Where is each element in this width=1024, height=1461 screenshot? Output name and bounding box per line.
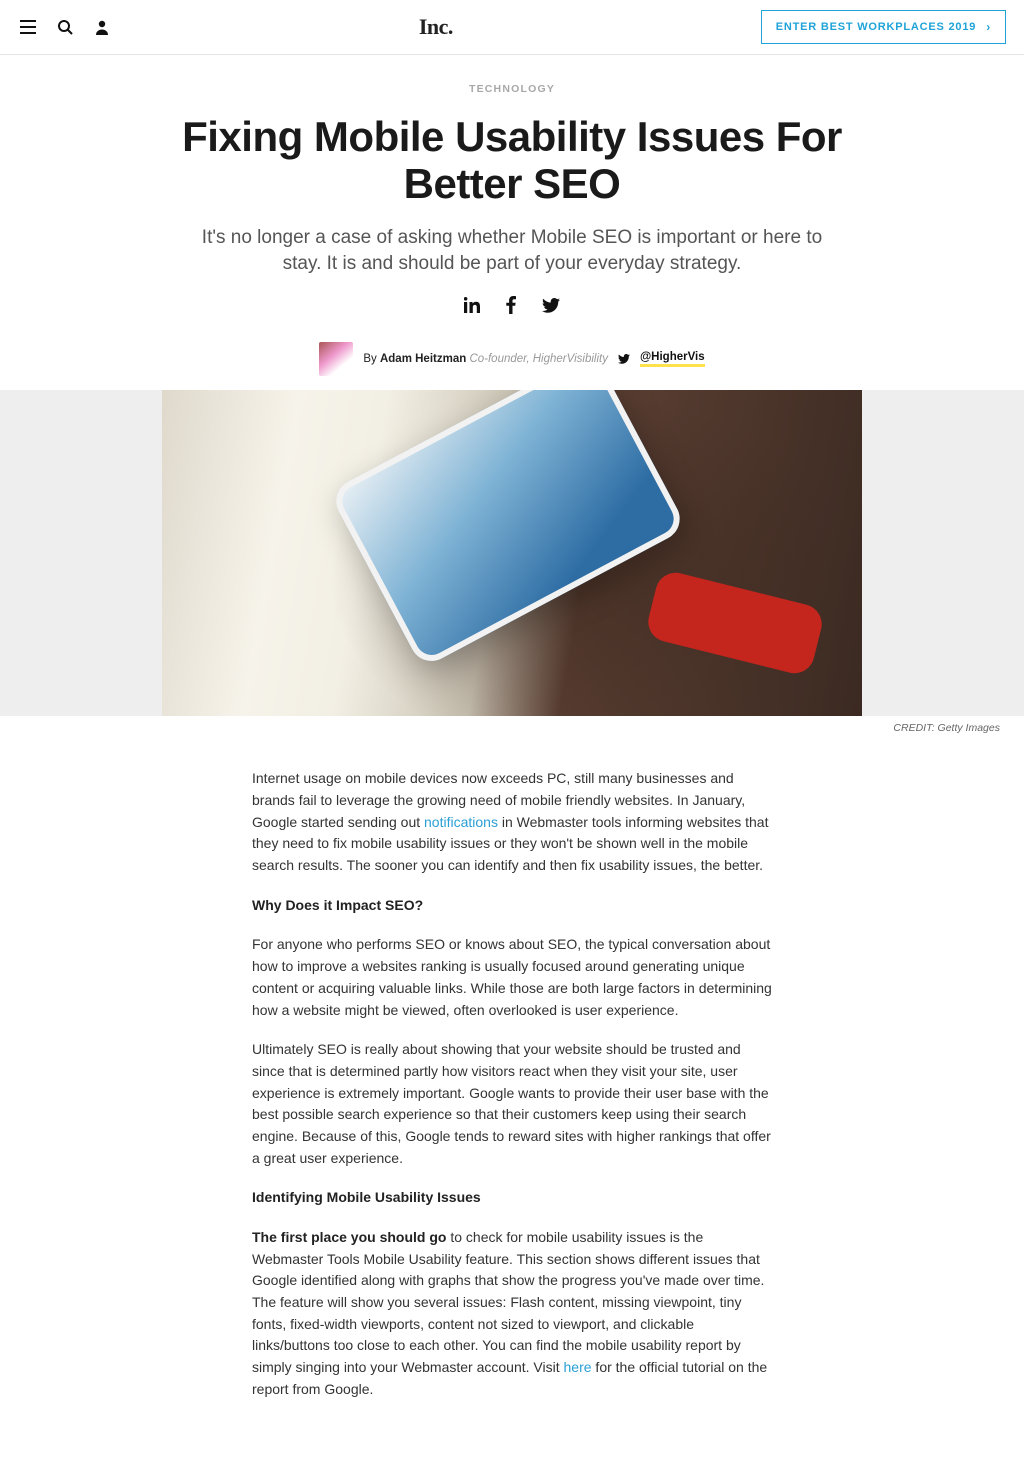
hero-image bbox=[162, 390, 862, 716]
hamburger-icon bbox=[20, 20, 36, 34]
paragraph: Ultimately SEO is really about showing t… bbox=[252, 1039, 772, 1169]
image-credit: CREDIT: Getty Images bbox=[0, 716, 1024, 734]
author-name[interactable]: Adam Heitzman bbox=[380, 353, 466, 365]
section-heading-identifying: Identifying Mobile Usability Issues bbox=[252, 1187, 772, 1209]
site-header: Inc. ENTER BEST WORKPLACES 2019 › bbox=[0, 0, 1024, 55]
author-twitter-handle[interactable]: @HigherVis bbox=[640, 351, 705, 367]
article-headline: Fixing Mobile Usability Issues For Bette… bbox=[152, 113, 872, 207]
paragraph: For anyone who performs SEO or knows abo… bbox=[252, 934, 772, 1021]
byline-by: By bbox=[363, 353, 380, 365]
user-icon bbox=[95, 20, 109, 35]
site-logo[interactable]: Inc. bbox=[419, 14, 453, 40]
byline-text: By Adam Heitzman Co-founder, HigherVisib… bbox=[363, 353, 608, 365]
share-row bbox=[152, 294, 872, 316]
chevron-right-icon: › bbox=[986, 20, 991, 34]
search-icon bbox=[58, 20, 73, 35]
article-body: Internet usage on mobile devices now exc… bbox=[232, 768, 792, 1400]
cta-workplaces-button[interactable]: ENTER BEST WORKPLACES 2019 › bbox=[761, 10, 1006, 44]
search-button[interactable] bbox=[56, 18, 75, 37]
bold-lead: The first place you should go bbox=[252, 1229, 446, 1245]
header-left bbox=[18, 18, 111, 37]
article-subhead: It's no longer a case of asking whether … bbox=[192, 225, 832, 276]
link-notifications[interactable]: notifications bbox=[424, 814, 498, 830]
link-here[interactable]: here bbox=[564, 1359, 592, 1375]
text: to check for mobile usability issues is … bbox=[252, 1229, 764, 1375]
hero-wrap bbox=[0, 390, 1024, 716]
hero-wristband-shape bbox=[644, 568, 826, 677]
cta-label: ENTER BEST WORKPLACES 2019 bbox=[776, 21, 977, 33]
twitter-icon bbox=[542, 298, 560, 313]
article-header: TECHNOLOGY Fixing Mobile Usability Issue… bbox=[132, 83, 892, 376]
menu-button[interactable] bbox=[18, 18, 38, 36]
share-linkedin-button[interactable] bbox=[462, 294, 482, 316]
facebook-icon bbox=[506, 296, 516, 314]
byline: By Adam Heitzman Co-founder, HigherVisib… bbox=[152, 342, 872, 376]
share-twitter-button[interactable] bbox=[540, 294, 562, 316]
paragraph: Internet usage on mobile devices now exc… bbox=[252, 768, 772, 876]
section-heading-why: Why Does it Impact SEO? bbox=[252, 895, 772, 917]
paragraph: The first place you should go to check f… bbox=[252, 1227, 772, 1401]
share-facebook-button[interactable] bbox=[504, 294, 518, 316]
account-button[interactable] bbox=[93, 18, 111, 37]
linkedin-icon bbox=[464, 297, 480, 313]
hero-phone-shape bbox=[329, 390, 688, 668]
author-avatar[interactable] bbox=[319, 342, 353, 376]
category-label[interactable]: TECHNOLOGY bbox=[152, 83, 872, 95]
twitter-inline-icon bbox=[618, 354, 630, 364]
author-role: Co-founder, HigherVisibility bbox=[469, 353, 608, 365]
